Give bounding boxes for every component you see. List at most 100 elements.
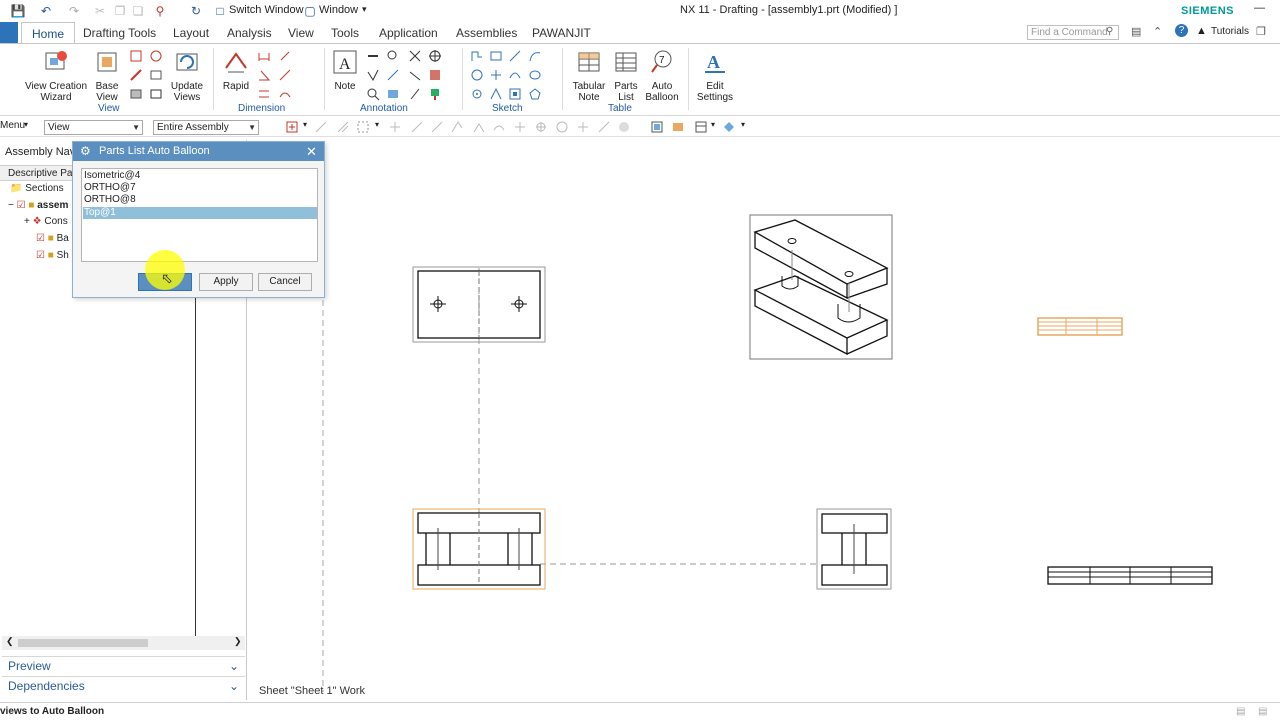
- fillet-icon[interactable]: [470, 87, 484, 101]
- centerline-icon[interactable]: [408, 68, 422, 82]
- balloon-icon[interactable]: [386, 68, 400, 82]
- note-button[interactable]: A Note: [330, 48, 360, 92]
- save-icon[interactable]: 💾: [10, 3, 26, 19]
- tab-drafting-tools[interactable]: Drafting Tools: [73, 22, 166, 44]
- list-item[interactable]: ORTHO@7: [83, 182, 317, 194]
- break-out-section-icon[interactable]: [149, 68, 163, 82]
- auto-balloon-button[interactable]: 7 Auto Balloon: [644, 48, 680, 103]
- hatch-icon[interactable]: [428, 68, 442, 82]
- selection-scope-select[interactable]: Entire Assembly ▼: [153, 120, 259, 135]
- orientation-chevron-icon[interactable]: ▾: [741, 120, 745, 129]
- snap-arc-center-icon[interactable]: [472, 120, 486, 134]
- tab-home[interactable]: Home: [21, 22, 76, 44]
- snap-bounded-grid-icon[interactable]: [597, 120, 611, 134]
- tab-assemblies[interactable]: Assemblies: [446, 22, 527, 44]
- tree-row-assembly[interactable]: − ☑ ■ assem: [8, 198, 68, 214]
- tutorials-icon[interactable]: ▲: [1196, 25, 1207, 37]
- list-item[interactable]: ORTHO@8: [83, 194, 317, 206]
- rectangle-icon[interactable]: [489, 49, 503, 63]
- dependencies-panel-header[interactable]: Dependencies ⌄: [2, 676, 245, 695]
- resource-bar-icon[interactable]: ▤: [1131, 25, 1141, 38]
- snap-quadrant-icon[interactable]: [513, 120, 527, 134]
- tree-row-shaft[interactable]: ☑ ■ Sh: [36, 248, 69, 264]
- layout-chevron-icon[interactable]: ▾: [711, 120, 715, 129]
- snap-control-icon[interactable]: [430, 120, 444, 134]
- checkbox-checked-icon[interactable]: ☑: [17, 200, 26, 211]
- thickness-dimension-icon[interactable]: [257, 87, 271, 101]
- view-orientation-icon[interactable]: [722, 120, 736, 134]
- preview-panel-header[interactable]: Preview ⌄: [2, 656, 245, 675]
- copy-icon[interactable]: ❐: [112, 3, 128, 19]
- rapid-dimension-button[interactable]: Rapid: [220, 48, 252, 92]
- radial-dimension-icon[interactable]: [278, 49, 292, 63]
- profile-icon[interactable]: [470, 49, 484, 63]
- tree-row-constraints[interactable]: + ❖ Cons: [24, 214, 68, 230]
- snap-midpoint-icon[interactable]: [410, 120, 424, 134]
- trim-icon[interactable]: [489, 87, 503, 101]
- paint-icon[interactable]: [428, 87, 442, 101]
- snap-tangent-icon[interactable]: [492, 120, 506, 134]
- parts-list-button[interactable]: Parts List: [611, 48, 641, 103]
- close-icon[interactable]: ✕: [306, 142, 317, 161]
- list-item[interactable]: Isometric@4: [83, 170, 317, 182]
- fit-view-icon[interactable]: [650, 120, 664, 134]
- snap-existing-point-icon[interactable]: [534, 120, 548, 134]
- cancel-button[interactable]: Cancel: [258, 273, 312, 291]
- projected-view-icon[interactable]: [129, 49, 143, 63]
- scrollbar-thumb[interactable]: [18, 639, 148, 647]
- view-break-icon[interactable]: [129, 87, 143, 101]
- list-item-selected[interactable]: Top@1: [83, 207, 317, 219]
- search-icon[interactable]: ⚲: [1106, 26, 1113, 37]
- window-menu[interactable]: Window: [319, 4, 358, 16]
- apply-button[interactable]: Apply: [199, 273, 253, 291]
- line-icon[interactable]: [508, 49, 522, 63]
- tab-application[interactable]: Application: [369, 22, 448, 44]
- surface-finish-icon[interactable]: [366, 68, 380, 82]
- snap-chevron-icon[interactable]: ▾: [303, 120, 307, 129]
- edit-settings-button[interactable]: A Edit Settings: [694, 48, 736, 103]
- checkbox-checked-icon[interactable]: ☑: [36, 233, 45, 244]
- view-creation-wizard-button[interactable]: View Creation Wizard: [24, 48, 88, 103]
- tab-tools[interactable]: Tools: [321, 22, 369, 44]
- switch-window-button[interactable]: Switch Window: [229, 4, 304, 16]
- zoom-window-icon[interactable]: [671, 120, 685, 134]
- tabular-note-button[interactable]: Tabular Note: [569, 48, 609, 103]
- section-view-icon[interactable]: [129, 68, 143, 82]
- dialog-title-bar[interactable]: ⚙ Parts List Auto Balloon ✕: [73, 142, 324, 161]
- redo-icon[interactable]: ↷: [66, 3, 82, 19]
- image-icon[interactable]: [386, 87, 400, 101]
- target-point-icon[interactable]: [428, 49, 442, 63]
- snap-point-icon[interactable]: [285, 120, 299, 134]
- arc-icon[interactable]: [528, 49, 542, 63]
- scroll-right-icon[interactable]: ❯: [234, 636, 242, 647]
- tree-row-sections[interactable]: 📁 Sections: [10, 181, 64, 197]
- horizontal-scrollbar[interactable]: ❮ ❯: [2, 636, 245, 650]
- tutorials-button[interactable]: Tutorials: [1211, 26, 1249, 37]
- studio-spline-icon[interactable]: [508, 68, 522, 82]
- window-menu-chevron-icon[interactable]: ▾: [362, 4, 367, 15]
- view-alignment-icon[interactable]: [149, 87, 163, 101]
- update-views-button[interactable]: Update Views: [168, 48, 206, 103]
- window-icon[interactable]: ▢: [302, 3, 318, 19]
- symbol-icon[interactable]: [366, 87, 380, 101]
- chamfer-dimension-icon[interactable]: [278, 68, 292, 82]
- snap-point-on-surface-icon[interactable]: [576, 120, 590, 134]
- tree-row-base[interactable]: ☑ ■ Ba: [36, 231, 69, 247]
- select-chevron-icon[interactable]: ▾: [375, 120, 379, 129]
- type-filter-select[interactable]: View ▼: [44, 120, 143, 135]
- tab-layout[interactable]: Layout: [163, 22, 219, 44]
- linear-dimension-icon[interactable]: [257, 49, 271, 63]
- select-body-icon[interactable]: [336, 120, 350, 134]
- switch-window-icon[interactable]: □: [212, 3, 228, 19]
- command-finder-icon[interactable]: ⚲: [152, 3, 168, 19]
- column-descriptive-part-name[interactable]: Descriptive Pa: [8, 168, 72, 179]
- arc-length-dimension-icon[interactable]: [278, 87, 292, 101]
- help-icon[interactable]: ?: [1175, 24, 1188, 37]
- checkbox-checked-icon[interactable]: ☑: [36, 250, 45, 261]
- snap-intersection-icon[interactable]: [450, 120, 464, 134]
- repeat-command-icon[interactable]: ↻: [188, 3, 204, 19]
- drawing-canvas[interactable]: Sheet "Sheet 1" Work: [254, 140, 1280, 703]
- weld-symbol-icon[interactable]: [408, 49, 422, 63]
- ribbon-collapse-icon[interactable]: ⌃: [1153, 25, 1162, 38]
- cut-icon[interactable]: ✂: [92, 3, 108, 19]
